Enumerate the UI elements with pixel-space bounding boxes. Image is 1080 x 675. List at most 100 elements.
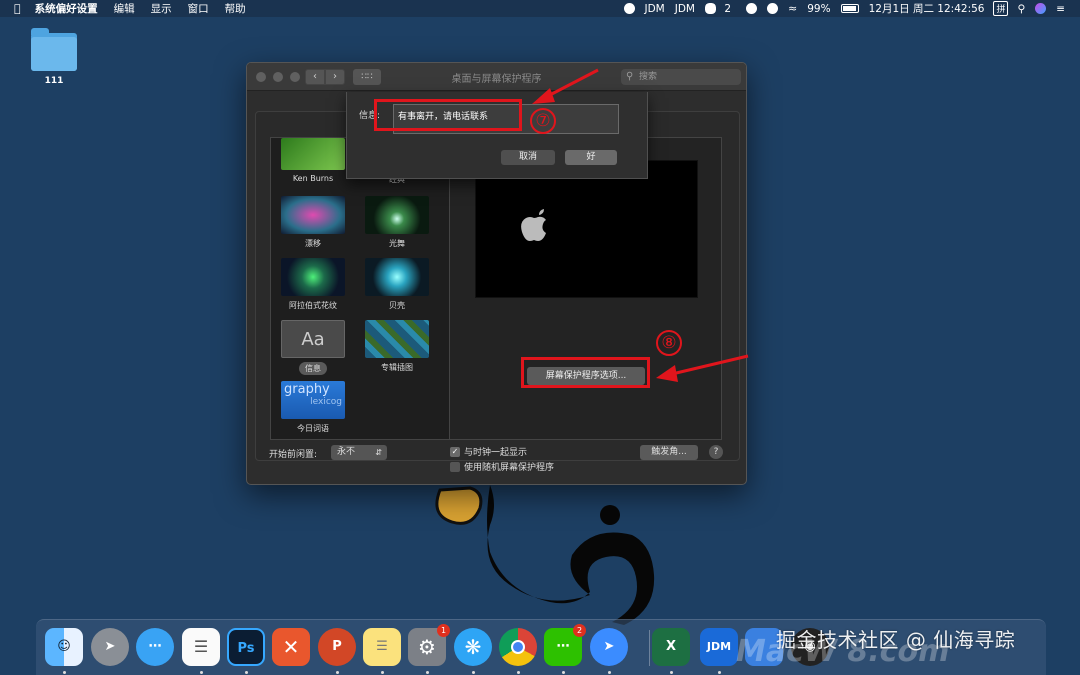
arabesque-thumbnail [281,258,345,296]
cancel-button[interactable]: 取消 [501,150,555,165]
saver-message[interactable]: Aa 信息 [281,320,345,375]
start-after-label: 开始前闲置: [269,450,318,460]
running-indicator [426,671,429,674]
running-indicator [245,671,248,674]
apple-menu-icon[interactable]:  [0,2,27,15]
saver-label: 漂移 [305,239,321,248]
menu-bar:  系统偏好设置 编辑 显示 窗口 帮助 JDM JDM 2 ≈ 99% 12月… [0,0,1080,17]
saver-label: 光舞 [389,239,405,248]
saver-ken-burns[interactable]: Ken Burns [281,138,345,183]
bottom-controls: 开始前闲置: 永不 ⇵ ✓ 与时钟一起显示 使用随机屏幕保护程序 触发角... … [247,445,746,481]
vpn-status-icon[interactable] [741,3,762,15]
menu-view[interactable]: 显示 [143,1,180,16]
search-icon: ⚲ [626,71,634,82]
compass-icon[interactable]: ❋ [454,628,492,666]
start-after-value: 永不 [337,447,356,457]
running-indicator [670,671,673,674]
cartoon-wallpaper [435,485,655,625]
wechat-status-icon[interactable]: 2 [700,3,741,15]
notification-center-icon[interactable]: ≡ [1051,3,1070,15]
saver-drift[interactable]: 漂移 [281,196,345,249]
word-of-day-thumbnail: graphy lexicog [281,381,345,419]
annotation-box-message [374,99,522,131]
flurry-thumbnail [365,196,429,234]
checkmark-icon: ✓ [450,446,460,457]
help-button[interactable]: ? [709,445,723,459]
siri-icon[interactable] [1030,3,1051,15]
excel-icon[interactable]: X [652,628,690,666]
saver-arabesque[interactable]: 阿拉伯式花纹 [281,258,345,311]
rocket-icon[interactable]: ➤ [91,628,129,666]
shell-thumbnail [365,258,429,296]
finder-icon[interactable]: ☺ [45,628,83,666]
menu-clock[interactable]: 12月1日 周二 12:42:56 [864,1,990,16]
saver-label: 贝壳 [389,301,405,310]
status-jdm-1[interactable]: JDM [640,3,670,15]
notes-icon[interactable]: ☰ [363,628,401,666]
saver-shell[interactable]: 贝壳 [365,258,429,311]
screen-saver-list[interactable]: Ken Burns 经典 漂移 光舞 阿拉伯式花纹 贝壳 Aa 信息 专辑插图 [270,137,450,440]
saver-flurry[interactable]: 光舞 [365,196,429,249]
search-placeholder: 搜索 [639,72,658,82]
system-prefs-badge: 1 [437,624,450,637]
running-indicator [63,671,66,674]
list-icon[interactable]: ☰ [182,628,220,666]
wifi-icon[interactable]: ≈ [783,2,802,15]
wechat-count: 2 [724,2,732,15]
qq-status-icon[interactable] [619,3,640,15]
ken-burns-thumbnail [281,138,345,170]
running-indicator [562,671,565,674]
juejin-watermark: 掘金技术社区 @ 仙海寻踪 [776,628,1016,652]
powerpoint-icon[interactable]: P [318,628,356,666]
saver-label: 今日词语 [297,424,329,433]
wechat-icon[interactable]: ⋯ 2 [544,624,586,666]
folder-icon [31,28,77,71]
input-method[interactable]: 拼 [993,1,1009,16]
battery-percent[interactable]: 99% [802,3,835,15]
search-field[interactable]: ⚲ 搜索 [621,69,741,85]
xmind-icon[interactable]: ✕ [272,628,310,666]
menu-window[interactable]: 窗口 [180,1,217,16]
running-indicator [517,671,520,674]
gear-icon[interactable]: ⚙ 1 [408,624,450,666]
dingtalk-icon[interactable]: ➤ [590,628,628,666]
running-indicator [336,671,339,674]
running-indicator [718,671,721,674]
saver-album-artwork[interactable]: 专辑插图 [365,320,429,373]
ok-button[interactable]: 好 [565,150,617,165]
start-after-select[interactable]: 永不 ⇵ [331,445,387,460]
drift-thumbnail [281,196,345,234]
checkbox-box [450,461,460,472]
random-saver-checkbox[interactable]: 使用随机屏幕保护程序 [450,460,554,473]
photoshop-icon[interactable]: Ps [227,628,265,666]
hot-corners-button[interactable]: 触发角... [640,445,698,460]
saver-label: Ken Burns [292,174,334,183]
album-artwork-thumbnail [365,320,429,358]
word-thumb-text: graphy [284,382,330,397]
jdm-icon[interactable]: JDM [700,628,738,666]
status-jdm-2[interactable]: JDM [670,3,700,15]
show-with-clock-checkbox[interactable]: ✓ 与时钟一起显示 [450,445,527,458]
running-indicator [381,671,384,674]
menu-edit[interactable]: 编辑 [106,1,143,16]
apple-logo-icon [521,209,546,241]
random-saver-label: 使用随机屏幕保护程序 [464,463,555,473]
spotlight-search-icon[interactable]: ⚲ [1012,3,1030,15]
running-indicator [472,671,475,674]
chrome-icon[interactable] [499,628,537,666]
saver-word-of-day[interactable]: graphy lexicog 今日词语 [281,381,345,434]
saver-label: 阿拉伯式花纹 [289,301,337,310]
battery-icon[interactable] [836,3,864,15]
dock-separator [649,630,650,666]
desktop-folder[interactable]: 111 [28,27,80,86]
saver-label: 专辑插图 [381,363,413,372]
desktop-folder-label: 111 [44,76,64,86]
annotation-step-8: ⑧ [656,330,682,356]
chat-icon[interactable]: ⋯ [136,628,174,666]
menu-app-name[interactable]: 系统偏好设置 [27,1,106,16]
screen-saver-preview [475,160,698,298]
running-indicator [608,671,611,674]
show-with-clock-label: 与时钟一起显示 [464,448,528,458]
menu-help[interactable]: 帮助 [217,1,254,16]
block-status-icon[interactable] [762,3,783,15]
